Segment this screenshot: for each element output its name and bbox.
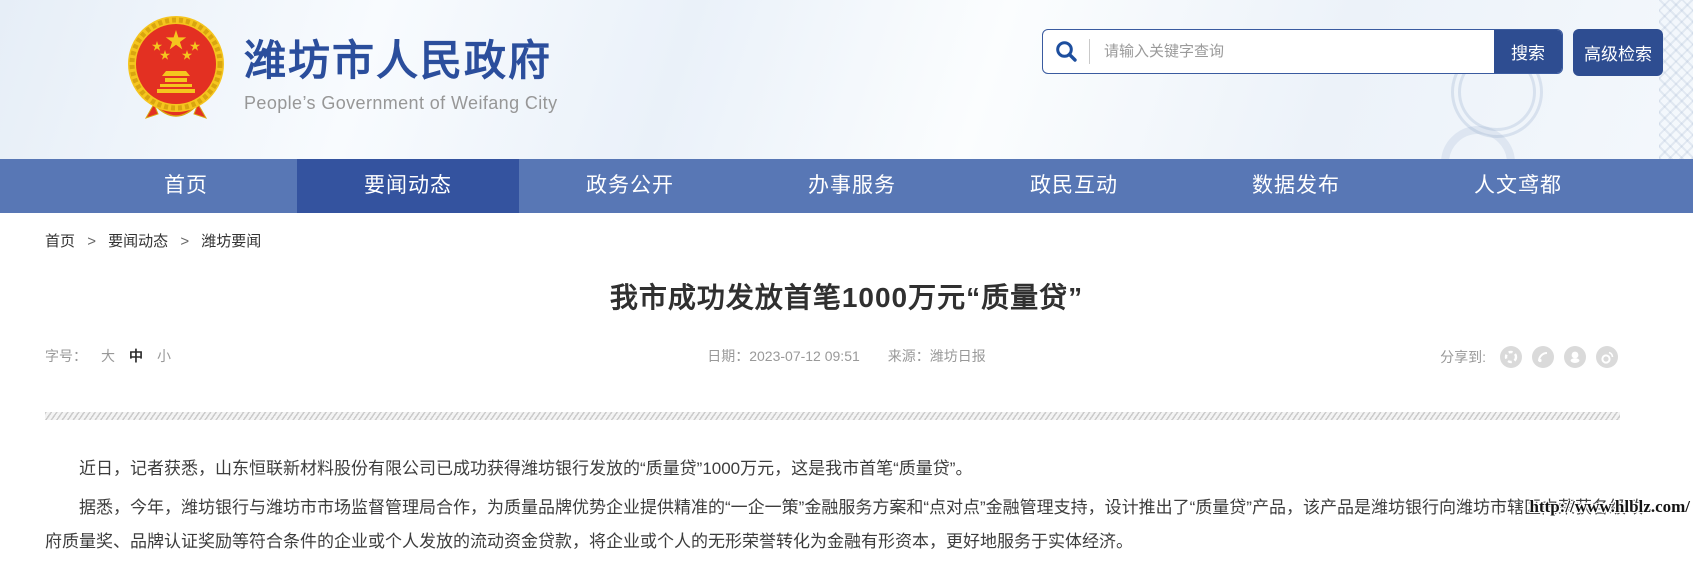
breadcrumb-news[interactable]: 要闻动态 [108,233,168,250]
date-value: 2023-07-12 09:51 [749,348,860,364]
font-size-label: 字号： [45,346,87,366]
share-wechat-moments-icon[interactable] [1500,346,1522,368]
search-button[interactable]: 搜索 [1494,30,1562,73]
font-size-large-button[interactable]: 大 [101,346,115,366]
search-icon [1043,30,1089,73]
national-emblem-icon [124,14,228,135]
font-size-medium-button[interactable]: 中 [129,346,143,366]
source-value: 潍坊日报 [930,346,986,366]
breadcrumb-separator: > [180,233,189,250]
breadcrumb-separator: > [87,233,96,250]
breadcrumb-home[interactable]: 首页 [45,233,75,250]
nav-item-home[interactable]: 首页 [75,159,297,213]
breadcrumb: 首页 > 要闻动态 > 潍坊要闻 [45,230,261,251]
header-lattice-decoration [1659,0,1693,159]
share-qzone-icon[interactable] [1532,346,1554,368]
site-logo-link[interactable]: 潍坊市人民政府 People’s Government of Weifang C… [124,14,558,135]
breadcrumb-current: 潍坊要闻 [201,233,261,250]
site-header: 潍坊市人民政府 People’s Government of Weifang C… [0,0,1693,159]
share-weibo-icon[interactable] [1596,346,1618,368]
font-size-controls: 字号： 大 中 小 [45,346,171,366]
nav-item-gov-info[interactable]: 政务公开 [519,159,741,213]
search-box: 搜索 [1042,29,1563,74]
main-nav: 首页 要闻动态 政务公开 办事服务 政民互动 数据发布 人文鸢都 [0,159,1693,213]
advanced-search-button[interactable]: 高级检索 [1573,29,1663,76]
nav-item-news[interactable]: 要闻动态 [297,159,519,213]
source-label: 来源： [888,346,930,366]
article-paragraph: 近日，记者获悉，山东恒联新材料股份有限公司已成功获得潍坊银行发放的“质量贷”10… [45,452,1648,486]
nav-item-culture[interactable]: 人文鸢都 [1407,159,1629,213]
share-bar: 分享到: [1440,346,1618,368]
article-title: 我市成功发放首笔1000万元“质量贷” [0,276,1693,316]
date-label: 日期： [707,346,749,366]
article-meta-row: 字号： 大 中 小 日期： 2023-07-12 09:51 来源： 潍坊日报 … [45,346,1648,370]
article-date-source: 日期： 2023-07-12 09:51 来源： 潍坊日报 [707,346,986,366]
nav-item-services[interactable]: 办事服务 [741,159,963,213]
share-qq-icon[interactable] [1564,346,1586,368]
nav-item-data[interactable]: 数据发布 [1185,159,1407,213]
url-watermark: http://www.hlblz.com/ [1529,497,1690,517]
site-title: 潍坊市人民政府 [244,38,558,84]
share-label: 分享到: [1440,347,1486,367]
article-body: 近日，记者获悉，山东恒联新材料股份有限公司已成功获得潍坊银行发放的“质量贷”10… [45,452,1648,564]
article-paragraph: 据悉，今年，潍坊银行与潍坊市市场监督管理局合作，为质量品牌优势企业提供精准的“一… [45,491,1648,559]
nav-item-interaction[interactable]: 政民互动 [963,159,1185,213]
brand-text: 潍坊市人民政府 People’s Government of Weifang C… [244,14,558,114]
page: 潍坊市人民政府 People’s Government of Weifang C… [0,0,1693,574]
site-subtitle: People’s Government of Weifang City [244,93,558,114]
font-size-small-button[interactable]: 小 [157,346,171,366]
search-input[interactable] [1090,30,1494,73]
hatched-divider [45,412,1620,420]
